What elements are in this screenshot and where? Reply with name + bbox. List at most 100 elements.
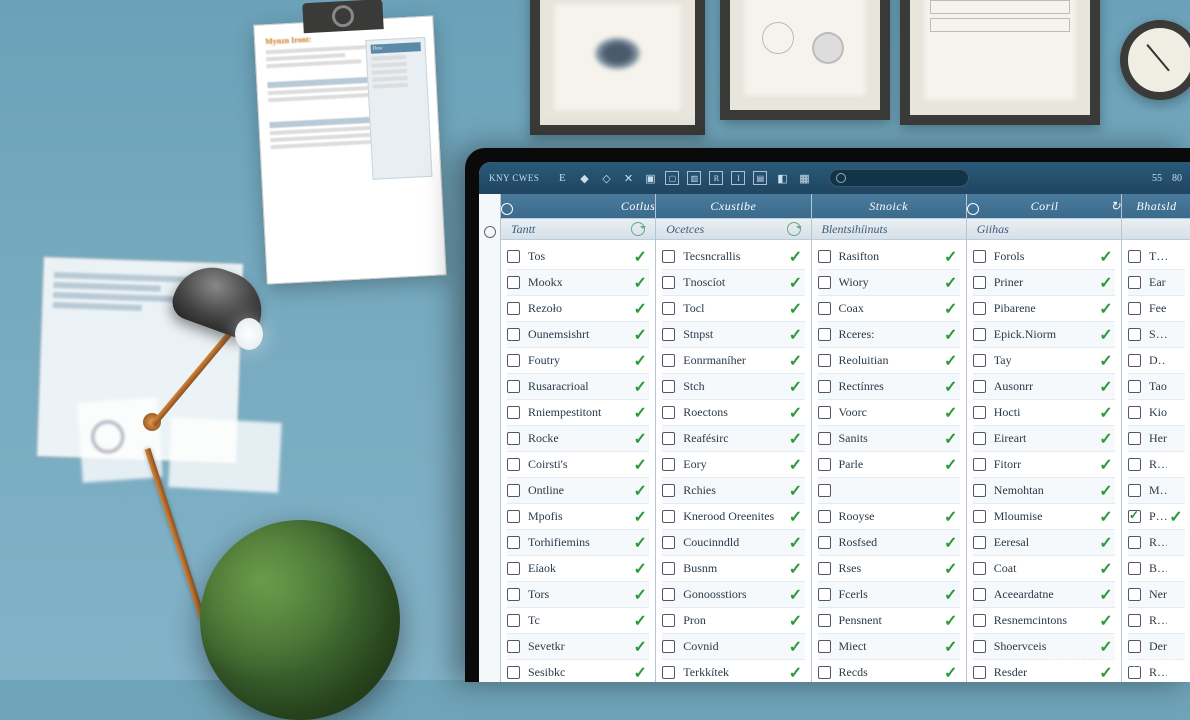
list-item[interactable]: Coucinndld✓	[662, 530, 804, 556]
checkbox[interactable]	[1128, 432, 1141, 445]
checkbox[interactable]	[662, 640, 675, 653]
checkbox[interactable]	[507, 536, 520, 549]
list-item[interactable]: Pibarene✓	[973, 296, 1115, 322]
checkbox[interactable]	[818, 588, 831, 601]
list-item[interactable]: Tocl✓	[662, 296, 804, 322]
list-item[interactable]: Ear	[1128, 270, 1185, 296]
checkbox[interactable]	[973, 562, 986, 575]
checkbox[interactable]	[818, 536, 831, 549]
list-item[interactable]: Sanits✓	[818, 426, 960, 452]
list-item[interactable]: Forols✓	[973, 244, 1115, 270]
list-item[interactable]: That	[1128, 244, 1185, 270]
checkbox[interactable]	[973, 588, 986, 601]
list-item[interactable]: Ontline✓	[507, 478, 649, 504]
checkbox[interactable]	[1128, 666, 1141, 679]
checkbox[interactable]	[507, 614, 520, 627]
list-item[interactable]: Mpofis✓	[507, 504, 649, 530]
checkbox[interactable]	[507, 510, 520, 523]
column-header-top[interactable]: Bhatsld	[1122, 194, 1190, 218]
refresh-icon[interactable]	[787, 222, 801, 236]
list-item[interactable]: Fitorr✓	[973, 452, 1115, 478]
list-item[interactable]: Rooyse✓	[818, 504, 960, 530]
checkbox[interactable]	[662, 536, 675, 549]
checkbox[interactable]	[973, 354, 986, 367]
checkbox[interactable]	[818, 640, 831, 653]
checkbox[interactable]	[818, 510, 831, 523]
checkbox[interactable]	[973, 536, 986, 549]
checkbox[interactable]	[973, 510, 986, 523]
checkbox[interactable]	[1128, 614, 1141, 627]
checkbox[interactable]	[662, 458, 675, 471]
checkbox[interactable]	[507, 380, 520, 393]
checkbox[interactable]	[973, 432, 986, 445]
toolbar-icon[interactable]: R	[709, 171, 723, 185]
column-radio-icon[interactable]	[967, 203, 979, 215]
list-item[interactable]: Kio	[1128, 400, 1185, 426]
checkbox[interactable]	[662, 406, 675, 419]
checkbox[interactable]	[818, 614, 831, 627]
list-item[interactable]: Rchies✓	[662, 478, 804, 504]
checkbox[interactable]	[1128, 588, 1141, 601]
list-item[interactable]: Hocti✓	[973, 400, 1115, 426]
list-item[interactable]: Eeresal✓	[973, 530, 1115, 556]
refresh-icon[interactable]: ↻	[1110, 199, 1121, 214]
checkbox[interactable]	[973, 458, 986, 471]
column-radio-icon[interactable]	[501, 203, 513, 215]
list-item[interactable]: Mookx✓	[507, 270, 649, 296]
checkbox[interactable]	[662, 380, 675, 393]
checkbox[interactable]	[507, 562, 520, 575]
checkbox[interactable]	[662, 250, 675, 263]
list-item[interactable]: Ounemsishrt✓	[507, 322, 649, 348]
list-item[interactable]: Sevetkr✓	[507, 634, 649, 660]
list-item[interactable]: Stnpst✓	[662, 322, 804, 348]
list-item[interactable]: Wiory✓	[818, 270, 960, 296]
checkbox[interactable]	[973, 484, 986, 497]
list-item[interactable]: Reoluitian✓	[818, 348, 960, 374]
checkbox[interactable]	[818, 250, 831, 263]
column-header-sub[interactable]: Ocetces	[656, 218, 810, 240]
list-item[interactable]: Knerood Oreenites✓	[662, 504, 804, 530]
checkbox[interactable]	[1128, 562, 1141, 575]
checkbox[interactable]	[662, 588, 675, 601]
checkbox[interactable]	[507, 302, 520, 315]
column-header-sub[interactable]: Tantt	[501, 218, 655, 240]
list-item[interactable]: Rceres:✓	[818, 322, 960, 348]
list-item[interactable]: Puo✓	[1128, 504, 1185, 530]
list-item[interactable]: Epick.Niorm✓	[973, 322, 1115, 348]
list-item[interactable]: Tao	[1128, 374, 1185, 400]
checkbox[interactable]	[818, 666, 831, 679]
select-all-radio[interactable]	[484, 226, 496, 238]
checkbox[interactable]	[1128, 640, 1141, 653]
checkbox[interactable]	[662, 302, 675, 315]
checkbox[interactable]	[1128, 406, 1141, 419]
list-item[interactable]: Stch✓	[662, 374, 804, 400]
checkbox[interactable]	[662, 614, 675, 627]
checkbox[interactable]	[1128, 328, 1141, 341]
toolbar-icon[interactable]: ✕	[621, 171, 635, 185]
list-item[interactable]: Fcerls✓	[818, 582, 960, 608]
checkbox[interactable]	[818, 354, 831, 367]
checkbox[interactable]	[973, 406, 986, 419]
list-item[interactable]: Roectons✓	[662, 400, 804, 426]
list-item[interactable]: Mic	[1128, 478, 1185, 504]
list-item[interactable]: Rasifton✓	[818, 244, 960, 270]
checkbox[interactable]	[662, 432, 675, 445]
list-item[interactable]: Tos✓	[507, 244, 649, 270]
list-item[interactable]: Rosfsed✓	[818, 530, 960, 556]
checkbox[interactable]	[507, 432, 520, 445]
column-header-top[interactable]: Cotlus	[501, 194, 655, 218]
list-item[interactable]: Tors✓	[507, 582, 649, 608]
list-item[interactable]: Ausonrr✓	[973, 374, 1115, 400]
checkbox[interactable]	[973, 276, 986, 289]
list-item[interactable]: Rectínres✓	[818, 374, 960, 400]
checkbox[interactable]	[1128, 276, 1141, 289]
checkbox[interactable]	[507, 640, 520, 653]
checkbox[interactable]	[973, 640, 986, 653]
list-item[interactable]: Resder✓	[973, 660, 1115, 682]
checkbox[interactable]	[973, 302, 986, 315]
toolbar-icon[interactable]: I	[731, 171, 745, 185]
checkbox[interactable]	[818, 406, 831, 419]
list-item[interactable]: Sov	[1128, 322, 1185, 348]
list-item[interactable]: Tc✓	[507, 608, 649, 634]
list-item[interactable]: Der	[1128, 634, 1185, 660]
